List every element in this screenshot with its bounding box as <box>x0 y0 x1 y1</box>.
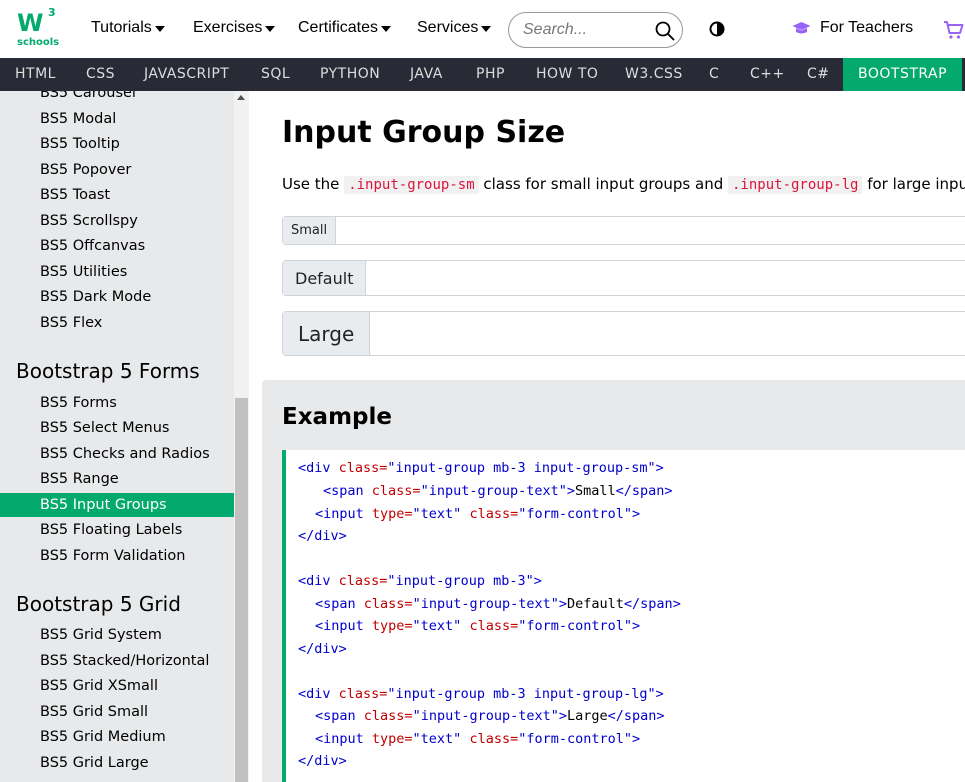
code-block: <div class="input-group mb-3 input-group… <box>282 450 965 782</box>
nav-services[interactable]: Services <box>417 19 492 37</box>
sidebar-item[interactable]: BS5 Checks and Radios <box>40 446 210 470</box>
subject-css[interactable]: CSS <box>86 58 115 91</box>
sidebar-item[interactable]: BS5 Scrollspy <box>40 213 138 237</box>
code-line: <input type="text" class="form-control"> <box>315 618 641 634</box>
sidebar-item[interactable]: BS5 Modal <box>40 111 116 135</box>
subject-how-to[interactable]: HOW TO <box>536 58 598 91</box>
sidebar-item[interactable]: BS5 Toast <box>40 187 110 211</box>
sidebar-item[interactable]: BS5 Grid XSmall <box>40 678 158 702</box>
sidebar-item[interactable]: BS5 Utilities <box>40 264 127 288</box>
code-line: <span class="input-group-text">Small</sp… <box>323 483 673 499</box>
subject-sql[interactable]: SQL <box>261 58 290 91</box>
subject-bar: HTML CSS JAVASCRIPT SQL PYTHON JAVA PHP … <box>0 58 965 91</box>
sidebar-item[interactable]: BS5 Stacked/Horizontal <box>40 653 209 677</box>
sidebar-item[interactable]: BS5 Dark Mode <box>40 289 151 313</box>
caret-down-icon <box>381 25 392 32</box>
code-input-group-lg: .input-group-lg <box>728 176 863 194</box>
code-line: <span class="input-group-text">Large</sp… <box>315 708 665 724</box>
contrast-toggle-icon[interactable] <box>709 21 725 37</box>
sidebar-item[interactable]: BS5 Select Menus <box>40 420 169 444</box>
sidebar-item[interactable]: BS5 Form Validation <box>40 548 185 572</box>
search-input[interactable] <box>523 20 648 40</box>
code-line: <div class="input-group mb-3 input-group… <box>298 686 664 702</box>
code-line: </div> <box>298 528 347 544</box>
w3schools-logo[interactable]: W 3 schools <box>17 6 61 49</box>
input-group-text-small: Small <box>283 217 337 244</box>
sidebar-item[interactable]: BS5 Popover <box>40 162 131 186</box>
sidebar-item[interactable]: BS5 Flex <box>40 315 102 339</box>
subject-c[interactable]: C <box>709 58 719 91</box>
sidebar-item[interactable]: BS5 Carousel <box>40 91 136 109</box>
subject-csharp[interactable]: C# <box>807 58 830 91</box>
graduation-cap-icon <box>792 22 811 34</box>
input-group-default: Default <box>282 260 965 296</box>
scroll-up-arrow-icon[interactable] <box>237 95 245 100</box>
caret-down-icon <box>481 25 492 32</box>
code-line: <input type="text" class="form-control"> <box>315 506 641 522</box>
code-line: <div class="input-group mb-3"> <box>298 573 542 589</box>
code-input-group-sm: .input-group-sm <box>344 176 479 194</box>
intro-text: Use the .input-group-sm class for small … <box>282 175 965 194</box>
sidebar-item[interactable]: BS5 Range <box>40 471 119 495</box>
sidebar-heading-forms: Bootstrap 5 Forms <box>16 359 200 383</box>
default-text-input[interactable] <box>366 261 965 295</box>
input-group-text-default: Default <box>283 261 367 295</box>
caret-down-icon <box>154 25 165 32</box>
sidebar: BS5 Carousel BS5 Modal BS5 Tooltip BS5 P… <box>0 91 234 782</box>
sidebar-item[interactable]: BS5 Grid Small <box>40 704 148 728</box>
sidebar-item[interactable]: BS5 Floating Labels <box>40 522 182 546</box>
large-text-input[interactable] <box>370 312 965 355</box>
nav-tutorials[interactable]: Tutorials <box>91 19 165 37</box>
example-title: Example <box>282 404 392 430</box>
small-text-input[interactable] <box>336 217 965 244</box>
code-line: <div class="input-group mb-3 input-group… <box>298 460 664 476</box>
main-content: Input Group Size Use the .input-group-sm… <box>249 91 965 782</box>
sidebar-item[interactable]: BS5 Grid Medium <box>40 729 166 753</box>
sidebar-scrollbar-thumb[interactable] <box>235 398 248 782</box>
sidebar-item[interactable]: BS5 Tooltip <box>40 136 120 160</box>
code-line: <input type="text" class="form-control"> <box>315 731 641 747</box>
sidebar-item[interactable]: BS5 Grid Large <box>40 755 149 779</box>
nav-certificates[interactable]: Certificates <box>298 19 392 37</box>
nav-exercises[interactable]: Exercises <box>193 19 276 37</box>
for-teachers-link[interactable]: For Teachers <box>792 19 913 37</box>
example-panel: Example <div class="input-group mb-3 inp… <box>262 380 965 782</box>
sidebar-item[interactable]: BS5 Grid System <box>40 627 162 651</box>
subject-php[interactable]: PHP <box>476 58 505 91</box>
input-group-text-large: Large <box>283 312 371 355</box>
subject-cpp[interactable]: C++ <box>750 58 785 91</box>
subject-python[interactable]: PYTHON <box>320 58 380 91</box>
sidebar-item[interactable]: BS5 Offcanvas <box>40 238 145 262</box>
caret-down-icon <box>265 25 276 32</box>
subject-w3css[interactable]: W3.CSS <box>625 58 683 91</box>
sidebar-heading-grid: Bootstrap 5 Grid <box>16 592 181 616</box>
code-line: <span class="input-group-text">Default</… <box>315 596 681 612</box>
code-line: </div> <box>298 641 347 657</box>
code-line: </div> <box>298 753 347 769</box>
top-navbar: W 3 schools Tutorials Exercises Certific… <box>0 0 965 58</box>
sidebar-item[interactable]: BS5 Forms <box>40 395 117 419</box>
subject-bootstrap[interactable]: BOOTSTRAP <box>843 58 963 91</box>
cart-icon[interactable] <box>943 20 965 40</box>
input-group-large: Large <box>282 311 965 356</box>
input-group-small: Small <box>282 216 965 245</box>
subject-java[interactable]: JAVA <box>410 58 443 91</box>
search-box <box>508 12 683 48</box>
subject-html[interactable]: HTML <box>15 58 56 91</box>
subject-javascript[interactable]: JAVASCRIPT <box>144 58 229 91</box>
page-title: Input Group Size <box>282 115 566 150</box>
sidebar-item-input-groups[interactable]: BS5 Input Groups <box>0 493 234 517</box>
search-icon[interactable] <box>655 21 675 41</box>
